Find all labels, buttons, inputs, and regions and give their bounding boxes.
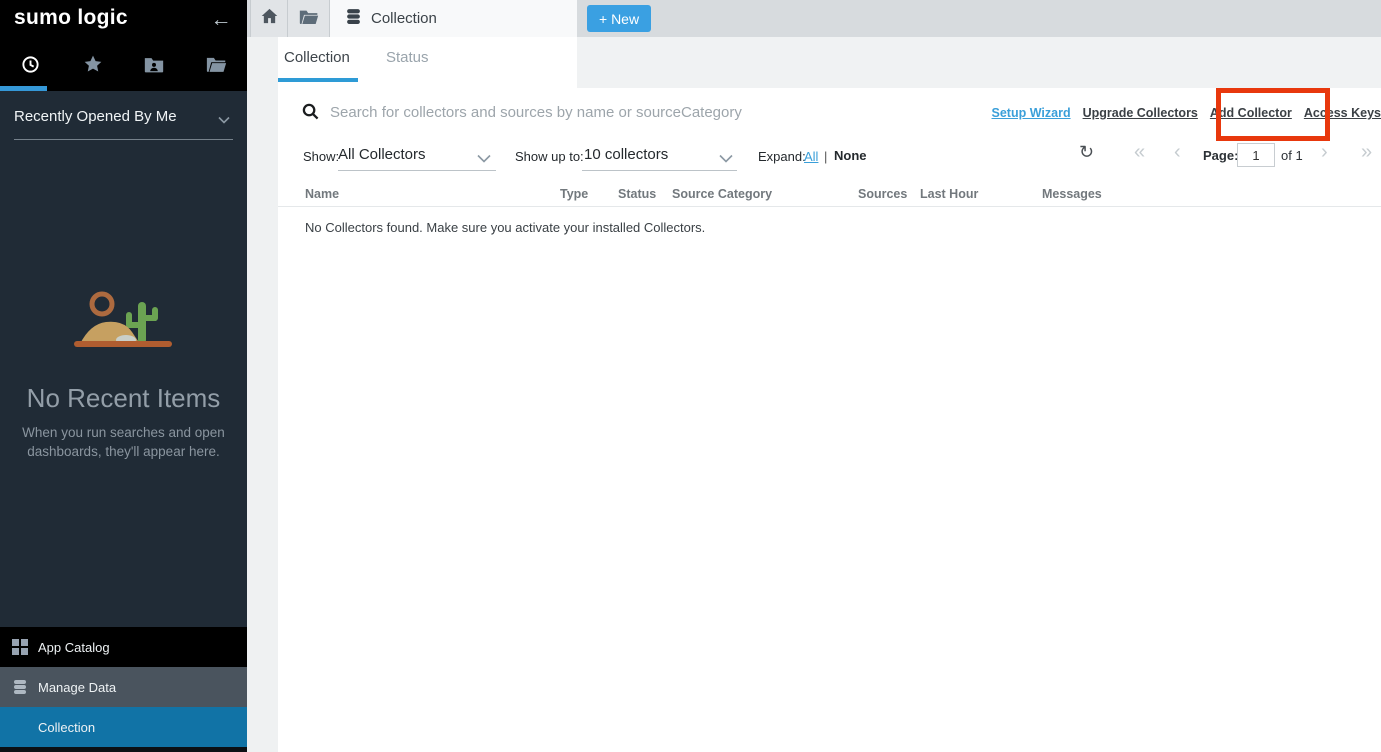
arrow-left-icon: ←	[211, 8, 232, 31]
database-icon	[345, 8, 362, 30]
page-input[interactable]	[1237, 143, 1275, 167]
sidebar-bottom-nav: App Catalog Manage Data Collection	[0, 627, 247, 752]
add-collector-link[interactable]: Add Collector	[1210, 106, 1292, 120]
expand-label: Expand:	[758, 149, 806, 164]
tab-collection-label: Collection	[371, 10, 437, 27]
next-page-icon[interactable]: ›	[1321, 141, 1328, 164]
show-dropdown[interactable]: All Collectors	[338, 146, 426, 163]
new-button[interactable]: + New	[587, 5, 651, 32]
show-up-to-dropdown-underline	[582, 170, 737, 171]
sidebar-item-manage-data[interactable]: Manage Data	[0, 667, 247, 707]
previous-page-icon[interactable]: ‹	[1174, 141, 1181, 164]
home-button[interactable]	[250, 0, 288, 37]
column-header-source-category[interactable]: Source Category	[672, 187, 772, 201]
show-up-to-dropdown[interactable]: 10 collectors	[584, 146, 668, 163]
collectors-table-header: Name Type Status Source Category Sources…	[278, 183, 1381, 207]
search-input[interactable]	[330, 99, 890, 125]
top-tab-strip: Collection + New	[247, 0, 1381, 37]
sidebar-tab-recents[interactable]	[0, 42, 62, 91]
open-folder-icon	[206, 55, 227, 78]
sidebar: sumo logic ←	[0, 0, 247, 752]
database-icon	[12, 679, 28, 698]
sidebar-icon-nav	[0, 42, 247, 91]
upgrade-collectors-link[interactable]: Upgrade Collectors	[1083, 106, 1198, 120]
last-page-icon[interactable]: »	[1361, 141, 1372, 164]
quick-links: Setup Wizard Upgrade Collectors Add Coll…	[992, 106, 1381, 120]
sidebar-tab-personal-library[interactable]	[124, 42, 186, 91]
sidebar-item-app-catalog[interactable]: App Catalog	[0, 627, 247, 667]
sidebar-tab-favorites[interactable]	[62, 42, 124, 91]
column-header-status[interactable]: Status	[618, 187, 656, 201]
chevron-down-icon[interactable]	[476, 151, 492, 169]
show-dropdown-underline	[338, 170, 496, 171]
sidebar-item-label: Collection	[38, 720, 95, 735]
library-button[interactable]	[288, 0, 330, 37]
desert-illustration	[0, 290, 247, 359]
expand-all-link[interactable]: All	[804, 149, 818, 164]
recent-items-dropdown-label: Recently Opened By Me	[14, 108, 177, 125]
open-folder-icon	[299, 8, 319, 30]
show-label: Show:	[303, 149, 339, 164]
setup-wizard-link[interactable]: Setup Wizard	[992, 106, 1071, 120]
show-up-to-label: Show up to:	[515, 149, 584, 164]
subtab-collection[interactable]: Collection	[284, 49, 350, 66]
sidebar-header: sumo logic ←	[0, 0, 247, 91]
sidebar-item-label: Manage Data	[38, 680, 116, 695]
recent-items-dropdown[interactable]: Recently Opened By Me	[14, 108, 233, 140]
clock-icon	[21, 55, 40, 79]
tab-collection[interactable]: Collection	[330, 0, 577, 37]
active-subtab-indicator	[278, 78, 358, 82]
page-label: Page:	[1203, 148, 1238, 163]
content-gutter	[247, 37, 278, 752]
column-header-messages[interactable]: Messages	[1042, 187, 1102, 201]
column-header-last-hour[interactable]: Last Hour	[920, 187, 978, 201]
active-tab-indicator	[0, 86, 47, 91]
chevron-down-icon	[217, 112, 231, 129]
page-count-label: of 1	[1281, 148, 1303, 163]
column-header-name[interactable]: Name	[305, 187, 339, 201]
home-icon	[261, 8, 278, 29]
subtab-status[interactable]: Status	[386, 49, 429, 66]
no-recent-items-title: No Recent Items	[0, 383, 247, 414]
first-page-icon[interactable]: «	[1134, 141, 1145, 164]
no-recent-items-subtitle: When you run searches and open dashboard…	[0, 423, 247, 461]
main-panel: Collection Status Setup Wizard Upgrade C…	[278, 37, 1381, 752]
sumo-logic-logo: sumo logic	[14, 6, 128, 30]
chevron-down-icon[interactable]	[718, 151, 734, 169]
search-icon	[302, 103, 319, 125]
sidebar-item-collection[interactable]: Collection	[0, 707, 247, 747]
column-header-type[interactable]: Type	[560, 187, 588, 201]
sumo-logic-app: sumo logic ←	[0, 0, 1381, 752]
grid-icon	[12, 639, 28, 658]
subtab-background-band	[577, 37, 1381, 88]
personal-folder-icon	[144, 55, 164, 78]
expand-separator: |	[824, 149, 827, 164]
access-keys-link[interactable]: Access Keys	[1304, 106, 1381, 120]
expand-none-link[interactable]: None	[834, 148, 867, 163]
refresh-icon[interactable]: ↻	[1079, 142, 1094, 163]
column-header-sources[interactable]: Sources	[858, 187, 907, 201]
empty-collectors-message: No Collectors found. Make sure you activ…	[305, 220, 705, 235]
sidebar-nav-filler	[0, 747, 247, 752]
sidebar-item-label: App Catalog	[38, 640, 110, 655]
sidebar-tab-library[interactable]	[185, 42, 247, 91]
collapse-sidebar-button[interactable]: ←	[209, 8, 233, 32]
star-icon	[83, 54, 103, 79]
